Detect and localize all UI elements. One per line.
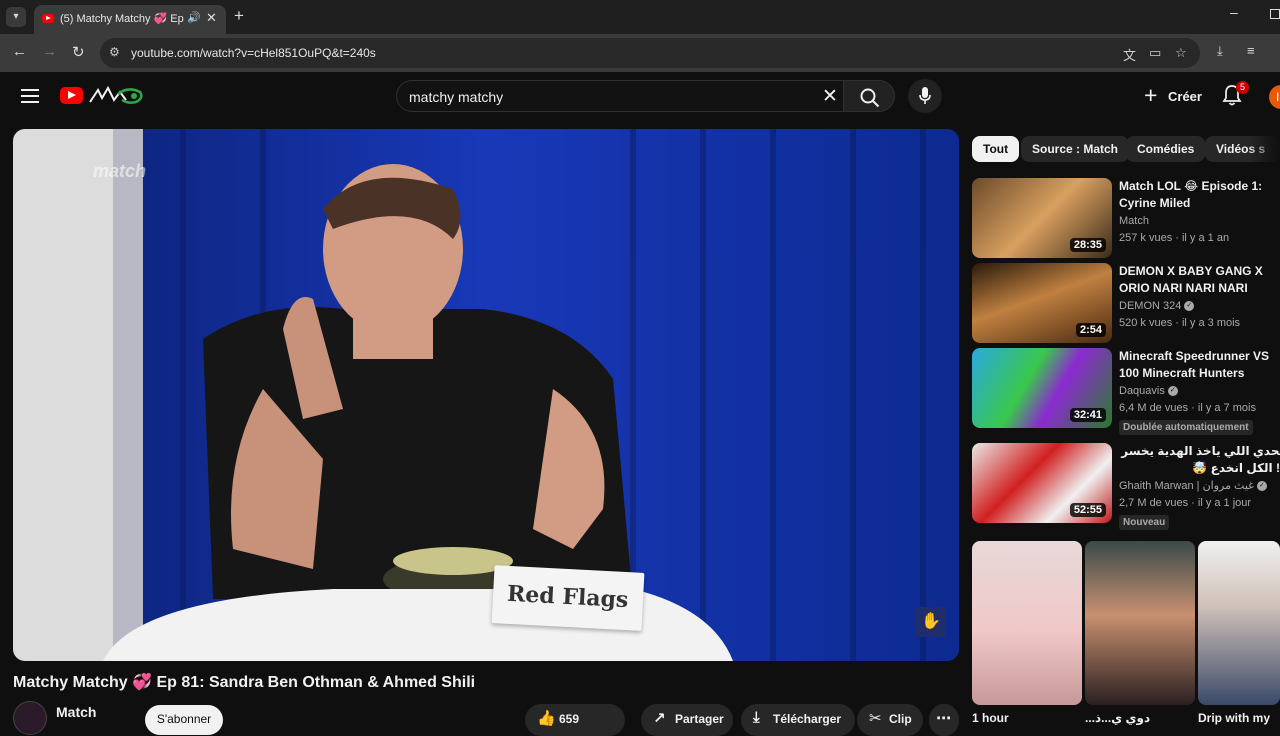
duration-badge: 52:55 <box>1069 503 1106 517</box>
video-thumbnail[interactable]: 32:41 <box>972 348 1112 428</box>
verified-check-icon: ✓ <box>1184 301 1195 312</box>
video-player[interactable]: match Red Flags ✋ <box>13 129 959 661</box>
url-text: youtube.com/watch?v=cHel851OuPQ&t=240s <box>131 46 376 60</box>
duration-badge: 28:35 <box>1069 238 1106 252</box>
media-control-icon[interactable]: ≡ <box>1247 43 1255 58</box>
recommended-video[interactable]: 52:55 تحدي اللي ياخذ الهدية يخسر !! الكل… <box>972 443 1280 530</box>
video-thumbnail[interactable]: 52:55 <box>972 443 1112 523</box>
video-thumbnail[interactable]: 28:35 <box>972 178 1112 258</box>
search-icon <box>860 88 880 108</box>
chip-all[interactable]: Tout <box>972 136 1020 162</box>
recommendation-title[interactable]: Minecraft Speedrunner VS 100 Minecraft H… <box>1119 348 1280 382</box>
voice-search-button[interactable] <box>908 79 942 113</box>
recommendation-channel[interactable]: Ghaith Marwan | غيث مروان ✓ <box>1119 478 1280 495</box>
clear-search-icon[interactable]: ✕ <box>822 85 838 108</box>
recommendation-meta: 520 k vues · il y a 3 mois <box>1119 317 1241 329</box>
verified-check-icon: ✓ <box>1167 386 1178 397</box>
youtube-doodle-logo[interactable] <box>88 84 146 106</box>
clip-button[interactable]: ✂ Clip <box>857 704 923 736</box>
cast-icon[interactable]: ▭ <box>1149 45 1161 61</box>
share-icon: ↗ <box>653 710 666 727</box>
short-title[interactable]: 1 hour <box>972 711 1009 725</box>
notification-count-badge: 5 <box>1236 81 1249 94</box>
search-button[interactable] <box>843 80 895 112</box>
short-title[interactable]: Drip with my <box>1198 711 1270 725</box>
close-tab-icon[interactable]: ✕ <box>206 10 217 26</box>
duration-badge: 32:41 <box>1069 408 1106 422</box>
new-tab-icon[interactable]: + <box>234 6 244 26</box>
maximize-window-icon[interactable] <box>1270 9 1280 19</box>
recommended-video[interactable]: 2:54 DEMON X BABY GANG X ORIO NARI NARI … <box>972 263 1280 345</box>
red-flags-sign: Red Flags <box>491 565 645 631</box>
recommendation-channel[interactable]: Match <box>1119 213 1280 230</box>
back-arrow-icon[interactable]: ← <box>12 43 27 60</box>
speaker-icon[interactable]: 🔊 <box>187 11 201 24</box>
bookmark-star-icon[interactable]: ☆ <box>1175 45 1187 61</box>
tab-search-chevron-icon[interactable]: ▾ <box>6 7 26 27</box>
hamburger-menu-icon[interactable] <box>21 89 39 103</box>
channel-name[interactable]: Match <box>56 704 96 720</box>
account-avatar[interactable]: I <box>1269 85 1280 109</box>
search-input[interactable] <box>409 87 799 107</box>
more-actions-button[interactable]: ⋯ <box>929 704 959 736</box>
youtube-logo-icon[interactable] <box>60 87 83 104</box>
short-thumbnail[interactable] <box>972 541 1082 705</box>
more-dots-icon: ⋯ <box>936 710 951 727</box>
browser-toolbar: ← → ↻ ⚙ youtube.com/watch?v=cHel851OuPQ&… <box>0 34 1280 72</box>
site-info-icon[interactable]: ⚙ <box>109 45 120 59</box>
recommendation-meta: 2,7 M de vues · il y a 1 jour <box>1119 497 1252 509</box>
verified-check-icon: ✓ <box>1256 481 1267 492</box>
recommendation-title[interactable]: DEMON X BABY GANG X ORIO NARI NARI NARI … <box>1119 263 1280 297</box>
like-button[interactable]: 👍 659 <box>525 704 625 736</box>
channel-avatar[interactable] <box>13 701 47 735</box>
microphone-icon <box>919 87 931 104</box>
download-icon: ⤓ <box>753 709 760 726</box>
recommendation-channel[interactable]: DEMON 324 ✓ <box>1119 298 1280 315</box>
plus-icon: + <box>1144 82 1158 108</box>
search-box: ✕ <box>396 80 843 112</box>
video-title: Matchy Matchy 💞 Ep 81: Sandra Ben Othman… <box>13 674 476 691</box>
video-thumbnail[interactable]: 2:54 <box>972 263 1112 343</box>
downloads-icon[interactable]: ⤓ <box>1217 43 1223 59</box>
notifications-button[interactable]: 5 <box>1222 81 1249 110</box>
video-frame <box>13 129 959 661</box>
minimize-window-icon[interactable]: – <box>1230 4 1238 20</box>
browser-tab-active[interactable]: (5) Matchy Matchy 💞 Ep 8 🔊 ✕ <box>34 5 226 34</box>
create-label: Créer <box>1168 89 1202 104</box>
auto-dubbed-badge: Doublée automatiquement <box>1119 420 1253 435</box>
recommended-video[interactable]: 32:41 Minecraft Speedrunner VS 100 Minec… <box>972 348 1280 435</box>
tab-title: (5) Matchy Matchy 💞 Ep 8 <box>60 13 186 25</box>
recommended-video[interactable]: 28:35 Match LOL 😂 Episode 1: Cyrine Mile… <box>972 178 1280 260</box>
scissors-icon: ✂ <box>869 710 882 727</box>
youtube-masthead: ✕ + Créer 5 I <box>0 72 1280 122</box>
translate-icon[interactable]: 文 <box>1123 45 1136 64</box>
chips-fade <box>1248 134 1280 164</box>
recommendation-title[interactable]: تحدي اللي ياخذ الهدية يخسر !! الكل انخدع… <box>1119 443 1280 477</box>
recommendation-channel[interactable]: Daquavis ✓ <box>1119 383 1280 400</box>
handshake-icon[interactable]: ✋ <box>916 607 946 637</box>
subscribe-button[interactable]: S'abonner <box>145 705 223 735</box>
short-thumbnail[interactable] <box>1085 541 1195 705</box>
chip-comedies[interactable]: Comédies <box>1126 136 1206 162</box>
youtube-favicon-icon <box>42 14 54 23</box>
recommendation-title[interactable]: Match LOL 😂 Episode 1: Cyrine Miled <box>1119 178 1280 212</box>
recommendation-meta: 6,4 M de vues · il y a 7 mois <box>1119 402 1256 414</box>
recommendation-meta: 257 k vues · il y a 1 an <box>1119 232 1230 244</box>
address-bar[interactable]: ⚙ youtube.com/watch?v=cHel851OuPQ&t=240s… <box>100 38 1200 68</box>
create-button[interactable]: + Créer <box>1140 81 1208 111</box>
short-title[interactable]: دوي ي...ذ... <box>1085 711 1150 725</box>
new-badge: Nouveau <box>1119 515 1170 530</box>
channel-watermark: match <box>93 161 147 181</box>
download-button[interactable]: ⤓ Télécharger <box>741 704 855 736</box>
forward-arrow-icon[interactable]: → <box>42 43 57 60</box>
short-thumbnail[interactable] <box>1198 541 1280 705</box>
reload-icon[interactable]: ↻ <box>72 43 85 61</box>
chip-source-match[interactable]: Source : Match <box>1021 136 1130 162</box>
thumbs-up-icon: 👍 <box>537 710 556 727</box>
share-button[interactable]: ↗ Partager <box>641 704 733 736</box>
duration-badge: 2:54 <box>1075 323 1106 337</box>
browser-tabbar: ▾ (5) Matchy Matchy 💞 Ep 8 🔊 ✕ + – <box>0 0 1280 34</box>
